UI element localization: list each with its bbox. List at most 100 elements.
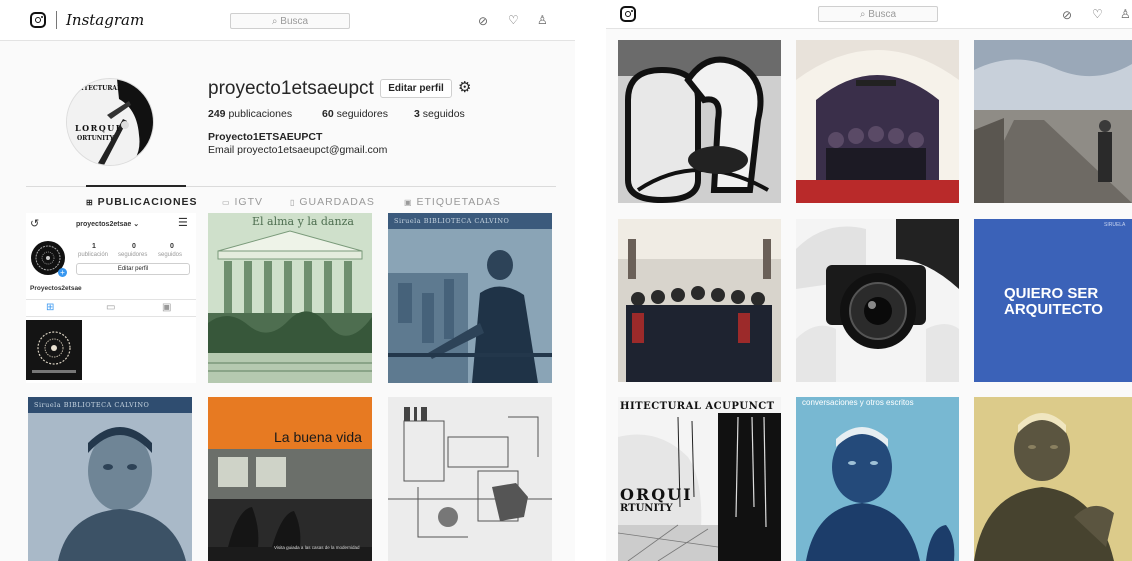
post-art-street bbox=[974, 40, 1132, 203]
embedded-following-count: 0 bbox=[170, 243, 174, 250]
post-corner-siruela: SIRUELA bbox=[1104, 222, 1126, 228]
following-stat[interactable]: 3 seguidos bbox=[414, 108, 465, 120]
profile-icon-right[interactable]: ♙ bbox=[1120, 8, 1131, 20]
embedded-grid-icon[interactable]: ⊞ bbox=[46, 302, 54, 313]
profile-icon[interactable]: ♙ bbox=[537, 14, 548, 26]
followers-stat[interactable]: 60 seguidores bbox=[322, 108, 388, 120]
top-nav-bar: Instagram ⌕ Busca ⊘ ♡ ♙ bbox=[0, 0, 575, 41]
tab-igtv-label: IGTV bbox=[234, 196, 263, 208]
embedded-posts-label: publicación bbox=[78, 252, 109, 258]
heart-icon[interactable]: ♡ bbox=[508, 14, 519, 26]
post-art-buena-vida bbox=[208, 397, 372, 561]
tab-publicaciones[interactable]: ⊞ PUBLICACIONES bbox=[86, 196, 198, 208]
tab-etiquetadas-label: ETIQUETADAS bbox=[416, 196, 501, 208]
active-tab-indicator bbox=[86, 185, 186, 187]
posts-label: publicaciones bbox=[225, 108, 293, 120]
avatar-text-top: ITECTURAL bbox=[81, 85, 122, 92]
embedded-edit-profile-button[interactable]: Editar perfil bbox=[76, 263, 190, 275]
bookmark-icon: ▯ bbox=[290, 198, 296, 207]
post-title-la-buena-vida: La buena vida bbox=[274, 429, 362, 445]
tab-etiquetadas[interactable]: ▣ ETIQUETADAS bbox=[404, 196, 501, 208]
post-art-tunnel bbox=[796, 40, 959, 203]
posts-count: 249 bbox=[208, 108, 226, 120]
post-tile-sculpture[interactable] bbox=[618, 40, 781, 203]
instagram-logo-icon-right[interactable] bbox=[620, 6, 636, 22]
posts-stat: 249 publicaciones bbox=[208, 108, 292, 120]
nav-divider bbox=[56, 11, 57, 29]
post-art-sculpture bbox=[618, 40, 781, 203]
post-art-acupuncture bbox=[618, 397, 781, 561]
post-tile-siruela-man[interactable]: Siruela BIBLIOTECA CALVINO bbox=[388, 213, 552, 383]
embedded-display-name: Proyectos2etsae bbox=[30, 285, 82, 292]
post-header-conversaciones: conversaciones y otros escritos bbox=[802, 398, 914, 407]
post-title-el-alma: El alma y la danza bbox=[252, 215, 354, 228]
search-input-right[interactable]: ⌕ Busca bbox=[818, 6, 938, 22]
post-tile-old-man-yellow[interactable] bbox=[974, 397, 1132, 561]
post-tile-camera[interactable] bbox=[796, 219, 959, 382]
tab-publicaciones-label: PUBLICACIONES bbox=[97, 196, 198, 208]
post-tile-phone-screenshot[interactable]: ↺ proyectos2etsae ⌄ ☰ + 1 publicación 0 … bbox=[26, 213, 196, 383]
post-art-old-man-blue bbox=[796, 397, 959, 561]
post-tile-group-stairs[interactable] bbox=[618, 219, 781, 382]
grid-icon: ⊞ bbox=[86, 198, 94, 207]
post-tile-group-tunnel[interactable] bbox=[796, 40, 959, 203]
embedded-post-art bbox=[26, 320, 82, 380]
post-tile-plan-drawing[interactable] bbox=[388, 397, 552, 561]
compass-icon-right[interactable]: ⊘ bbox=[1062, 9, 1072, 21]
post-art-camera bbox=[796, 219, 959, 382]
post-tile-siruela-portrait[interactable]: Siruela BIBLIOTECA CALVINO bbox=[28, 397, 192, 561]
embedded-tabs-divider bbox=[26, 299, 196, 300]
embedded-post-thumbnail[interactable] bbox=[26, 320, 82, 380]
instagram-logo-icon[interactable] bbox=[30, 12, 46, 28]
history-icon[interactable]: ↺ bbox=[30, 217, 39, 230]
tagged-icon: ▣ bbox=[404, 198, 413, 207]
post-art-man-balcony bbox=[388, 213, 552, 383]
embedded-username[interactable]: proyectos2etsae ⌄ bbox=[76, 220, 139, 228]
post-tile-quiero-ser-arquitecto[interactable]: SIRUELA QUIERO SER ARQUITECTO bbox=[974, 219, 1132, 382]
post-title-quiero-ser: QUIERO SER bbox=[1004, 285, 1099, 302]
profile-bio: Email proyecto1etsaeupct@gmail.com bbox=[208, 144, 388, 156]
embedded-posts-count: 1 bbox=[92, 243, 96, 250]
instagram-wordmark[interactable]: Instagram bbox=[66, 11, 144, 29]
menu-icon[interactable]: ☰ bbox=[178, 216, 188, 229]
add-story-icon[interactable]: + bbox=[58, 268, 67, 277]
post-tile-street[interactable] bbox=[974, 40, 1132, 203]
compass-icon[interactable]: ⊘ bbox=[478, 15, 488, 27]
avatar-text-mid: LORQUI bbox=[75, 123, 121, 133]
embedded-list-icon[interactable]: ▭ bbox=[106, 302, 115, 313]
edit-profile-button[interactable]: Editar perfil bbox=[380, 79, 452, 98]
profile-username: proyecto1etsaeupct bbox=[208, 78, 374, 99]
tab-guardadas[interactable]: ▯ GUARDADAS bbox=[290, 196, 375, 208]
post-tile-acupuncture[interactable]: HITECTURAL ACUPUNCT ORQUI RTUNITY bbox=[618, 397, 781, 561]
post-text-opportunity: RTUNITY bbox=[620, 503, 673, 514]
post-art-portrait bbox=[28, 397, 192, 561]
igtv-icon: ▭ bbox=[222, 198, 231, 207]
embedded-followers-label: seguidores bbox=[118, 252, 148, 258]
profile-avatar[interactable]: ITECTURAL LORQUI ORTUNITY bbox=[66, 78, 154, 166]
avatar-text-bottom: ORTUNITY bbox=[77, 135, 114, 142]
followers-count: 60 bbox=[322, 108, 334, 120]
search-input[interactable]: ⌕ Busca bbox=[230, 13, 350, 29]
post-text-lorqui: ORQUI bbox=[620, 485, 693, 504]
embedded-tagged-icon[interactable]: ▣ bbox=[162, 302, 171, 313]
post-tile-conversaciones[interactable]: conversaciones y otros escritos bbox=[796, 397, 959, 561]
tab-igtv[interactable]: ▭ IGTV bbox=[222, 196, 263, 208]
post-art-temple bbox=[208, 213, 372, 383]
profile-full-name: Proyecto1ETSAEUPCT bbox=[208, 131, 323, 143]
post-title-arquitecto: ARQUITECTO bbox=[1004, 301, 1103, 318]
followers-label: seguidores bbox=[333, 108, 388, 120]
embedded-following-label: seguidos bbox=[158, 252, 183, 258]
post-tile-el-alma[interactable]: El alma y la danza bbox=[208, 213, 372, 383]
right-screenshot: ⌕ Busca ⊘ ♡ ♙ SIRUELA QUIERO SER ARQUITE… bbox=[606, 0, 1132, 561]
tab-guardadas-label: GUARDADAS bbox=[299, 196, 375, 208]
post-art-plan bbox=[388, 397, 552, 561]
embedded-tabs-divider-2 bbox=[26, 316, 196, 317]
post-text-architectural-acupuncture: HITECTURAL ACUPUNCT bbox=[620, 401, 775, 412]
embedded-followers-count: 0 bbox=[132, 243, 136, 250]
settings-gear-icon[interactable]: ⚙ bbox=[458, 78, 471, 96]
heart-icon-right[interactable]: ♡ bbox=[1092, 8, 1103, 20]
post-header-siruela-1: Siruela BIBLIOTECA CALVINO bbox=[394, 217, 510, 225]
post-tile-la-buena-vida[interactable]: La buena vida Visita guiada a las casas … bbox=[208, 397, 372, 561]
post-header-siruela-2: Siruela BIBLIOTECA CALVINO bbox=[34, 401, 150, 409]
post-subtitle-la-buena-vida: Visita guiada a las casas de la modernid… bbox=[274, 545, 360, 550]
